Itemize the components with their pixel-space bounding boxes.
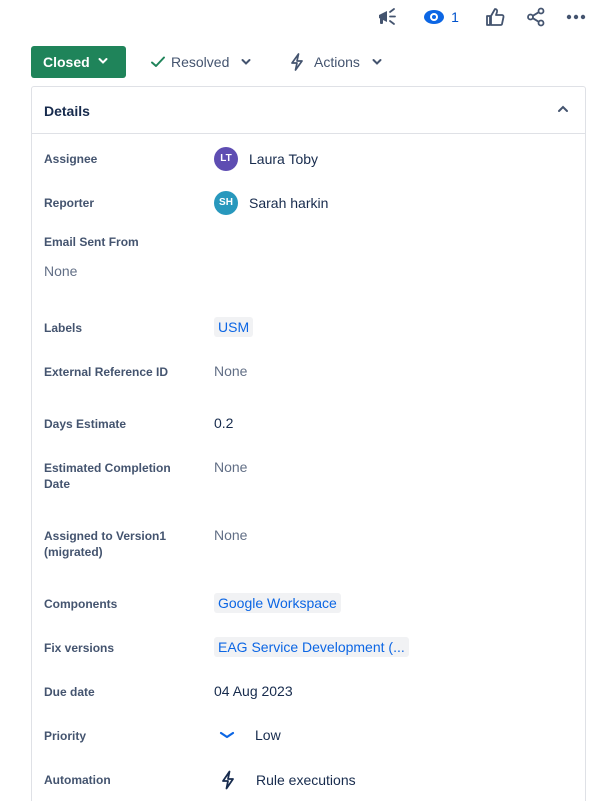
- automation-label: Automation: [44, 773, 111, 787]
- resolution-label: Resolved: [171, 54, 230, 70]
- avatar: SH: [214, 191, 238, 215]
- priority-label: Priority: [44, 729, 87, 743]
- label-line: Date: [44, 477, 71, 491]
- label-line: Assigned to Version1: [44, 529, 167, 543]
- assigned-to-version-value[interactable]: None: [214, 526, 247, 544]
- labels-label: Labels: [44, 321, 83, 335]
- share-button[interactable]: [525, 5, 547, 29]
- chevron-down-icon: [372, 59, 382, 65]
- lightning-icon: [222, 770, 234, 790]
- avatar: LT: [214, 147, 238, 171]
- actions-label: Actions: [314, 54, 360, 70]
- chevron-up-icon[interactable]: [557, 105, 569, 113]
- more-dots-icon: [566, 14, 586, 20]
- email-sent-from-label: Email Sent From: [44, 235, 139, 249]
- components-value[interactable]: Google Workspace: [214, 593, 341, 613]
- label-line: Estimated Completion: [44, 461, 171, 475]
- status-dropdown-button[interactable]: Closed: [31, 46, 126, 78]
- components-label: Components: [44, 597, 118, 611]
- actions-dropdown-button[interactable]: Actions: [289, 46, 382, 78]
- checkmark-icon: [151, 56, 165, 67]
- external-reference-id-value[interactable]: None: [214, 362, 247, 380]
- resolution-dropdown-button[interactable]: Resolved: [150, 46, 251, 78]
- component-tag[interactable]: Google Workspace: [214, 593, 341, 613]
- reporter-name: Sarah harkin: [249, 195, 329, 211]
- assignee-name: Laura Toby: [249, 151, 319, 167]
- estimated-completion-date-label: Estimated Completion Date: [44, 460, 184, 492]
- due-date-label: Due date: [44, 685, 95, 699]
- days-estimate-value[interactable]: 0.2: [214, 414, 233, 432]
- automation-value[interactable]: Rule executions: [214, 770, 356, 790]
- more-actions-button[interactable]: [564, 5, 588, 29]
- issue-details-view: 1 Closed Resolved Actions Details Assign…: [0, 0, 601, 801]
- feedback-megaphone-icon[interactable]: [374, 5, 400, 29]
- like-button[interactable]: [484, 5, 506, 29]
- days-estimate-label: Days Estimate: [44, 417, 127, 431]
- automation-text: Rule executions: [256, 772, 356, 788]
- reporter-label: Reporter: [44, 196, 95, 210]
- watchers-count: 1: [451, 9, 459, 25]
- fix-versions-label: Fix versions: [44, 641, 115, 655]
- fix-version-tag[interactable]: EAG Service Development (...: [214, 637, 409, 657]
- status-label: Closed: [43, 54, 90, 70]
- priority-text: Low: [255, 727, 281, 743]
- share-icon: [527, 7, 545, 27]
- details-panel-header[interactable]: Details: [32, 87, 585, 134]
- external-reference-id-label: External Reference ID: [44, 365, 169, 379]
- issue-toolbar: 1: [0, 0, 601, 34]
- fix-versions-value[interactable]: EAG Service Development (...: [214, 637, 409, 657]
- label-line: (migrated): [44, 545, 103, 559]
- label-tag[interactable]: USM: [214, 317, 254, 337]
- eye-icon: [424, 10, 445, 24]
- watch-button[interactable]: 1: [421, 5, 461, 29]
- assignee-label: Assignee: [44, 152, 98, 166]
- assigned-to-version-label: Assigned to Version1 (migrated): [44, 528, 184, 560]
- details-title: Details: [44, 103, 90, 119]
- thumbs-up-icon: [486, 8, 505, 26]
- chevron-down-icon: [98, 58, 108, 64]
- due-date-value[interactable]: 04 Aug 2023: [214, 682, 293, 700]
- lightning-icon: [291, 53, 303, 71]
- chevron-down-icon: [241, 59, 251, 65]
- estimated-completion-date-value[interactable]: None: [214, 458, 247, 476]
- assignee-value[interactable]: LT Laura Toby: [214, 147, 318, 171]
- reporter-value[interactable]: SH Sarah harkin: [214, 191, 328, 215]
- priority-value[interactable]: Low: [214, 726, 281, 744]
- email-sent-from-value[interactable]: None: [44, 262, 77, 280]
- priority-low-icon: [219, 731, 235, 739]
- labels-value[interactable]: USM: [214, 317, 254, 337]
